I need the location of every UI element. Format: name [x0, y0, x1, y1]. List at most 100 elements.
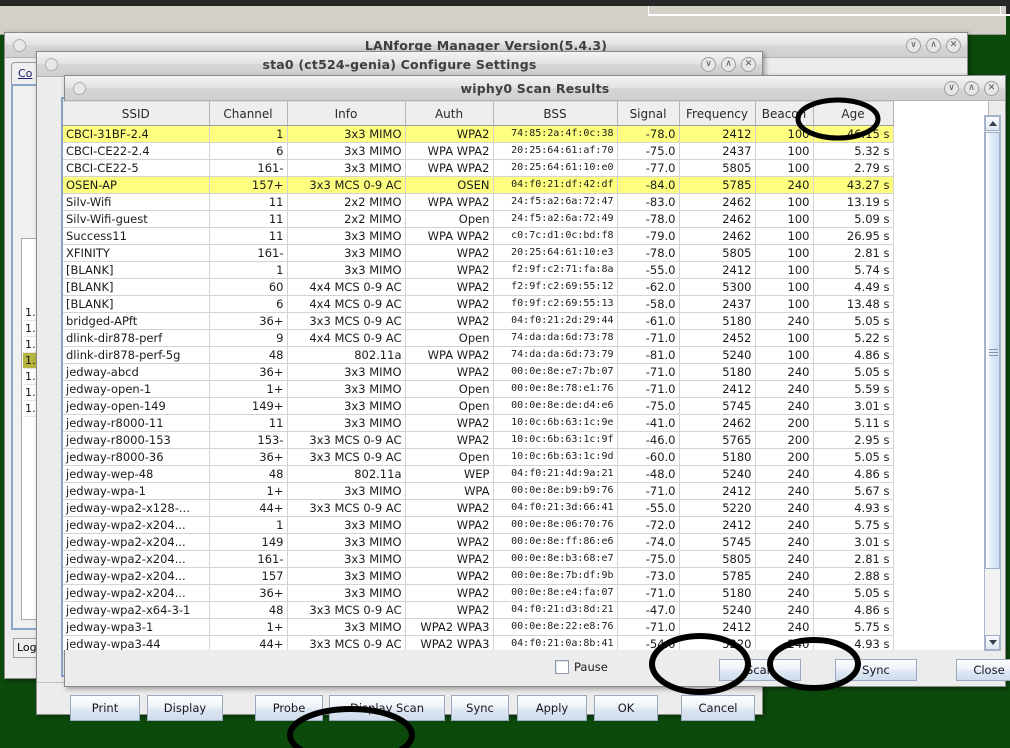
cell-beacon: 100 [755, 193, 814, 211]
cell-age: 4.86 s [813, 601, 894, 619]
table-row[interactable]: [BLANK] 6 4x4 MCS 0-9 AC WPA2 f0:9f:c2:69:55… [63, 295, 894, 313]
cell-info: 2x2 MIMO [287, 210, 406, 228]
cell-signal: -75.0 [617, 397, 680, 415]
close-icon[interactable]: ✕ [984, 81, 999, 96]
table-row[interactable]: CBCI-CE22-2.4 6 3x3 MIMO WPA WPA2 20:25:64:6… [63, 142, 894, 160]
scan-table-container[interactable]: SSID Channel Info Auth BSS Signal Frequency Bea… [63, 101, 989, 650]
table-row[interactable]: jedway-wep-48 48 802.11a WEP 04:f0:21:4d:9a:… [63, 465, 894, 483]
cell-age: 3.01 s [813, 533, 894, 551]
scroll-down-icon[interactable] [985, 635, 1000, 650]
table-row[interactable]: dlink-dir878-perf 9 4x4 MCS 0-9 AC Open 74:d… [63, 329, 894, 347]
cell-channel: 157 [209, 567, 288, 585]
column-header-bss[interactable]: BSS [493, 101, 618, 126]
maximize-icon[interactable]: ∧ [721, 57, 736, 72]
pause-checkbox-wrapper[interactable]: Pause [555, 660, 608, 674]
display-scan-button[interactable]: Display Scan [329, 695, 445, 721]
scan-results-table: SSID Channel Info Auth BSS Signal Frequency Bea… [63, 101, 894, 650]
cell-channel: 161- [209, 244, 288, 262]
scrollbar-thumb[interactable] [985, 132, 1000, 569]
table-row[interactable]: jedway-wpa2-x204... 157 3x3 MIMO WPA2 00:0e:… [63, 567, 894, 585]
cell-ssid: CBCI-CE22-5 [63, 159, 210, 177]
table-row[interactable]: bridged-APft 36+ 3x3 MCS 0-9 AC WPA2 04:f0:2… [63, 312, 894, 330]
table-row[interactable]: jedway-r8000-36 36+ 3x3 MCS 0-9 AC Open 10:0… [63, 448, 894, 466]
table-row[interactable]: XFINITY 161- 3x3 MIMO WPA2 20:25:64:61:10:e3… [63, 244, 894, 262]
cell-bss: 10:0c:6b:63:1c:9e [493, 414, 618, 432]
vertical-scrollbar[interactable] [984, 115, 1001, 651]
column-header-age[interactable]: Age [813, 101, 894, 126]
table-row[interactable]: CBCI-CE22-5 161- 3x3 MIMO WPA WPA2 20:25:64:… [63, 159, 894, 177]
table-row[interactable]: dlink-dir878-perf-5g 48 802.11a WPA WPA2 74:… [63, 346, 894, 364]
table-row[interactable]: jedway-wpa3-44 44+ 3x3 MCS 0-9 AC WPA2 WPA3… [63, 635, 894, 650]
cell-age: 5.05 s [813, 363, 894, 381]
scan-button[interactable]: Scan [719, 659, 801, 681]
table-row[interactable]: CBCI-31BF-2.4 1 3x3 MIMO WPA2 74:85:2a:4f:0c… [63, 125, 894, 143]
scan-titlebar[interactable]: wiphy0 Scan Results ∨ ∧ ✕ [65, 76, 1005, 101]
table-row[interactable]: jedway-wpa2-x128-... 44+ 3x3 MCS 0-9 AC WPA… [63, 499, 894, 517]
cell-beacon: 240 [755, 516, 814, 534]
table-row[interactable]: OSEN-AP 157+ 3x3 MCS 0-9 AC OSEN 04:f0:21:df… [63, 176, 894, 194]
sync-scan-button[interactable]: Sync [835, 659, 917, 681]
maximize-icon[interactable]: ∧ [926, 38, 941, 53]
sync-button[interactable]: Sync [451, 695, 509, 721]
column-header-signal[interactable]: Signal [617, 101, 680, 126]
cell-ssid: jedway-r8000-11 [63, 414, 210, 432]
manager-window-buttons: ∨ ∧ ✕ [906, 38, 961, 53]
cell-auth: Open [405, 329, 494, 347]
window-scan-results[interactable]: wiphy0 Scan Results ∨ ∧ ✕ SSID Channel Inf… [63, 75, 1010, 687]
table-row[interactable]: jedway-wpa-1 1+ 3x3 MIMO WPA 00:0e:8e:b9:b9:… [63, 482, 894, 500]
close-icon[interactable]: ✕ [946, 38, 961, 53]
column-header-beacon[interactable]: Beacon [755, 101, 814, 126]
table-row[interactable]: jedway-abcd 36+ 3x3 MIMO WPA2 00:0e:8e:e7:7b… [63, 363, 894, 381]
table-row[interactable]: Success11 11 3x3 MIMO WPA WPA2 c0:7c:d1:0c:b… [63, 227, 894, 245]
cell-channel: 157+ [209, 176, 288, 194]
cell-ssid: jedway-wep-48 [63, 465, 210, 483]
scroll-up-icon[interactable] [985, 116, 1000, 131]
window-menu-icon[interactable] [13, 39, 26, 52]
column-header-auth[interactable]: Auth [405, 101, 494, 126]
table-row[interactable]: [BLANK] 1 3x3 MIMO WPA2 f2:9f:c2:71:fa:8a -55… [63, 261, 894, 279]
table-row[interactable]: [BLANK] 60 4x4 MCS 0-9 AC WPA2 f2:9f:c2:69:5… [63, 278, 894, 296]
cell-auth: WPA2 WPA3 [405, 618, 494, 636]
table-row[interactable]: jedway-open-1 1+ 3x3 MIMO Open 00:0e:8e:78:e… [63, 380, 894, 398]
table-row[interactable]: jedway-open-149 149+ 3x3 MIMO Open 00:0e:8e:… [63, 397, 894, 415]
column-header-channel[interactable]: Channel [209, 101, 288, 126]
maximize-icon[interactable]: ∧ [964, 81, 979, 96]
cancel-button[interactable]: Cancel [681, 695, 755, 721]
table-row[interactable]: jedway-wpa2-x204... 1 3x3 MIMO WPA2 00:0e:8e… [63, 516, 894, 534]
ok-button[interactable]: OK [594, 695, 658, 721]
cell-beacon: 100 [755, 244, 814, 262]
window-menu-icon[interactable] [45, 58, 58, 71]
cell-info: 3x3 MIMO [287, 227, 406, 245]
print-button[interactable]: Print [70, 695, 140, 721]
table-row[interactable]: jedway-wpa2-x204... 149 3x3 MIMO WPA2 00:0e:… [63, 533, 894, 551]
window-menu-icon[interactable] [73, 82, 86, 95]
close-icon[interactable]: ✕ [741, 57, 756, 72]
cell-auth: WPA WPA2 [405, 193, 494, 211]
cell-ssid: dlink-dir878-perf [63, 329, 210, 347]
cell-ssid: jedway-open-149 [63, 397, 210, 415]
cell-auth: WPA2 [405, 533, 494, 551]
column-header-info[interactable]: Info [287, 101, 406, 126]
minimize-icon[interactable]: ∨ [701, 57, 716, 72]
table-row[interactable]: Silv-Wifi-guest 11 2x2 MIMO Open 24:f5:a2:6a… [63, 210, 894, 228]
table-row[interactable]: jedway-wpa3-1 1+ 3x3 MIMO WPA2 WPA3 00:0e:8e… [63, 618, 894, 636]
table-row[interactable]: Silv-Wifi 11 2x2 MIMO WPA WPA2 24:f5:a2:6a:7… [63, 193, 894, 211]
minimize-icon[interactable]: ∨ [906, 38, 921, 53]
cell-beacon: 240 [755, 397, 814, 415]
pause-checkbox[interactable] [555, 660, 569, 674]
column-header-frequency[interactable]: Frequency [679, 101, 756, 126]
column-header-ssid[interactable]: SSID [63, 101, 210, 126]
apply-button[interactable]: Apply [517, 695, 587, 721]
table-row[interactable]: jedway-wpa2-x64-3-1 48 3x3 MCS 0-9 AC WPA2 0… [63, 601, 894, 619]
table-row[interactable]: jedway-wpa2-x204... 36+ 3x3 MIMO WPA2 00:0e:… [63, 584, 894, 602]
table-row[interactable]: jedway-r8000-11 11 3x3 MIMO WPA2 10:0c:6b:63… [63, 414, 894, 432]
table-row[interactable]: jedway-r8000-153 153- 3x3 MCS 0-9 AC WPA2 10… [63, 431, 894, 449]
probe-button[interactable]: Probe [255, 695, 323, 721]
cell-bss: 04:f0:21:2d:29:44 [493, 312, 618, 330]
cell-signal: -75.0 [617, 142, 680, 160]
minimize-icon[interactable]: ∨ [944, 81, 959, 96]
close-button[interactable]: Close [956, 659, 1010, 681]
config-titlebar[interactable]: sta0 (ct524-genia) Configure Settings ∨ … [37, 52, 762, 77]
table-row[interactable]: jedway-wpa2-x204... 161- 3x3 MIMO WPA2 00:0e… [63, 550, 894, 568]
display-button[interactable]: Display [147, 695, 223, 721]
